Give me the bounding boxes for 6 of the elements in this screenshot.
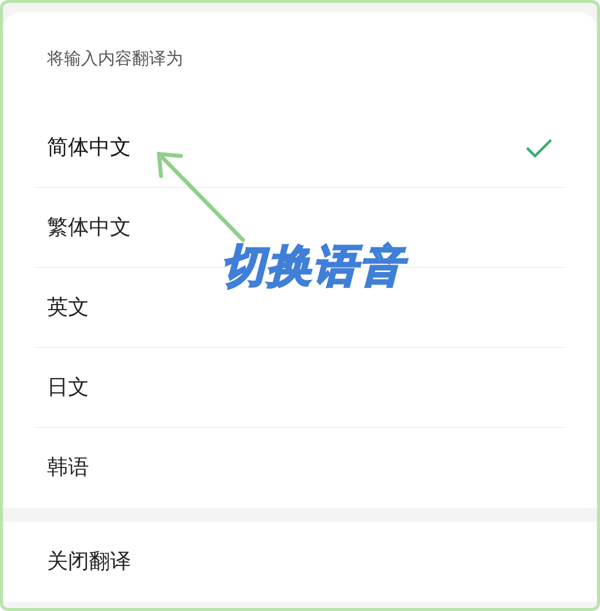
language-option[interactable]: 简体中文 (35, 108, 565, 188)
language-option[interactable]: 日文 (35, 348, 565, 428)
language-option[interactable]: 韩语 (35, 428, 565, 508)
close-translation-button[interactable]: 关闭翻译 (3, 522, 597, 602)
check-icon (525, 136, 553, 158)
sheet-title: 将输入内容翻译为 (47, 48, 183, 72)
